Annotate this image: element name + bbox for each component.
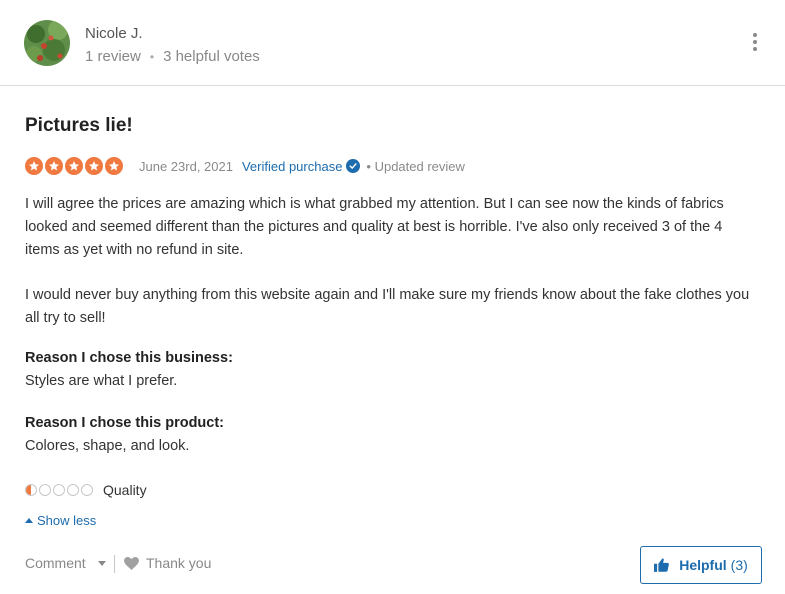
quality-dot-icon xyxy=(81,484,93,496)
review-count: 1 review xyxy=(85,48,141,65)
updated-review-label: • Updated review xyxy=(366,158,465,174)
business-reason-value: Styles are what I prefer. xyxy=(25,373,178,389)
avatar[interactable] xyxy=(24,20,70,66)
star-icon xyxy=(105,157,123,175)
thumbs-up-icon xyxy=(654,558,670,572)
verified-check-icon xyxy=(346,159,361,173)
reviewer-header: Nicole J. 1 review • 3 helpful votes xyxy=(0,0,785,86)
review-paragraph-2: I would never buy anything from this web… xyxy=(25,287,750,326)
star-icon xyxy=(45,157,63,175)
business-reason-label: Reason I chose this business: xyxy=(25,350,233,366)
caret-down-icon xyxy=(97,560,106,566)
helpful-button[interactable]: Helpful (3) xyxy=(640,546,762,584)
heart-icon xyxy=(124,556,139,570)
quality-dot-icon xyxy=(67,484,79,496)
reviewer-stats: 1 review • 3 helpful votes xyxy=(85,48,260,65)
quality-rating: Quality xyxy=(25,482,147,498)
quality-dot-icon xyxy=(53,484,65,496)
star-rating xyxy=(25,157,125,175)
thank-you-button[interactable]: Thank you xyxy=(124,555,211,571)
product-reason-label: Reason I chose this product: xyxy=(25,415,224,431)
quality-dots xyxy=(25,484,95,496)
review-title: Pictures lie! xyxy=(25,115,133,136)
helpful-count: (3) xyxy=(730,557,748,573)
star-icon xyxy=(25,157,43,175)
quality-dot-icon xyxy=(39,484,51,496)
verified-purchase[interactable]: Verified purchase xyxy=(241,158,361,174)
stats-separator: • xyxy=(149,49,155,64)
quality-dot-icon xyxy=(25,484,37,496)
helpful-label: Helpful xyxy=(679,557,727,573)
reviewer-name[interactable]: Nicole J. xyxy=(85,25,143,42)
review-paragraph-1: I will agree the prices are amazing whic… xyxy=(25,196,724,258)
kebab-menu-icon[interactable] xyxy=(748,33,762,51)
verified-label: Verified purchase xyxy=(241,158,343,174)
product-reason-value: Colores, shape, and look. xyxy=(25,438,190,454)
star-icon xyxy=(65,157,83,175)
review-date: June 23rd, 2021 xyxy=(139,158,233,174)
show-less-label: Show less xyxy=(37,513,97,528)
review-meta: June 23rd, 2021 Verified purchase • Upda… xyxy=(25,157,465,175)
star-icon xyxy=(85,157,103,175)
helpful-votes-count: 3 helpful votes xyxy=(163,48,260,65)
thank-you-label: Thank you xyxy=(146,555,212,571)
caret-up-icon xyxy=(25,518,33,523)
quality-label: Quality xyxy=(103,482,147,498)
comment-button[interactable]: Comment xyxy=(25,555,106,571)
comment-label: Comment xyxy=(25,555,86,571)
show-less-link[interactable]: Show less xyxy=(25,513,96,528)
action-divider xyxy=(114,555,115,573)
